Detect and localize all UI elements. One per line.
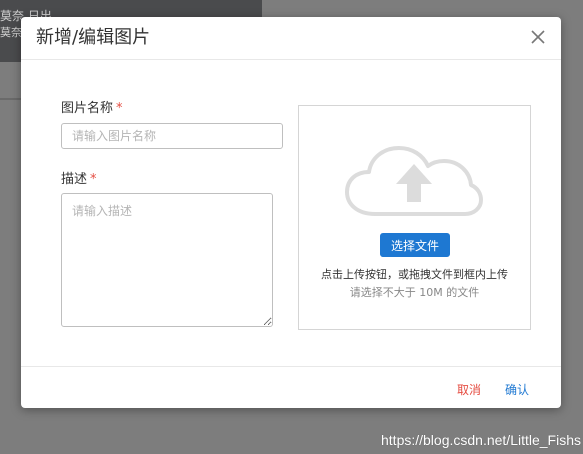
image-edit-modal: 新增/编辑图片 图片名称* 描述* 选择文件 点击上传按钮，或拖拽文件到框内上传… <box>21 17 561 408</box>
required-mark: * <box>90 172 97 187</box>
close-button[interactable] <box>529 28 547 46</box>
background-subtitle: 莫奈 <box>0 26 22 39</box>
description-label-text: 描述 <box>61 172 88 187</box>
watermark-text: https://blog.csdn.net/Little_Fishs <box>381 432 581 448</box>
upload-dropzone[interactable]: 选择文件 点击上传按钮，或拖拽文件到框内上传 请选择不大于 10M 的文件 <box>298 105 531 330</box>
image-name-label: 图片名称 * <box>61 101 123 117</box>
cloud-upload-icon <box>345 146 483 216</box>
confirm-button[interactable]: 确认 <box>505 381 529 398</box>
modal-header: 新增/编辑图片 <box>21 17 561 60</box>
close-icon <box>531 30 545 44</box>
required-mark: * <box>116 101 123 116</box>
image-name-input[interactable] <box>61 123 283 149</box>
image-name-label-text: 图片名称 <box>61 101 114 116</box>
file-size-hint: 请选择不大于 10M 的文件 <box>349 286 480 299</box>
cancel-button[interactable]: 取消 <box>457 381 481 398</box>
modal-footer: 取消 确认 <box>21 366 561 409</box>
description-label: 描述 * <box>61 172 97 188</box>
upload-hint: 点击上传按钮，或拖拽文件到框内上传 <box>321 268 508 281</box>
modal-title: 新增/编辑图片 <box>36 27 151 48</box>
description-textarea[interactable] <box>61 193 273 327</box>
select-file-button[interactable]: 选择文件 <box>380 233 450 257</box>
